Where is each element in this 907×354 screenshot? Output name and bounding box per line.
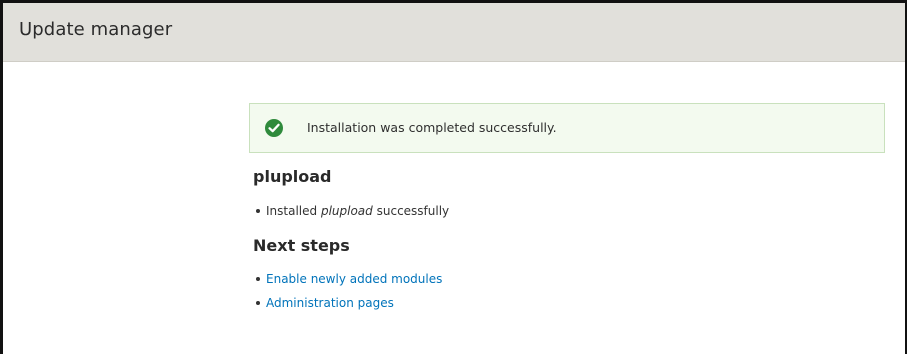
next-steps-list: Enable newly added modules Administratio… <box>254 267 442 315</box>
installation-results: Installed plupload successfully <box>254 199 449 223</box>
installation-result-suffix: successfully <box>376 204 450 218</box>
page-title: Update manager <box>19 19 173 40</box>
update-manager-window: Update manager Installation was complete… <box>0 0 907 354</box>
next-step-item: Enable newly added modules <box>254 267 442 291</box>
page-header: Update manager <box>3 3 905 62</box>
main-content: Installation was completed successfully.… <box>249 103 885 310</box>
success-message: Installation was completed successfully. <box>249 103 885 153</box>
next-steps-title: Next steps <box>253 236 350 255</box>
project-title: plupload <box>253 167 332 186</box>
success-message-text: Installation was completed successfully. <box>307 120 557 135</box>
installed-project-name: plupload <box>320 204 373 218</box>
installation-result-prefix: Installed <box>266 204 318 218</box>
next-step-item: Administration pages <box>254 291 442 315</box>
check-circle-icon <box>265 119 283 137</box>
administration-pages-link[interactable]: Administration pages <box>266 296 394 310</box>
enable-newly-added-modules-link[interactable]: Enable newly added modules <box>266 272 442 286</box>
installation-result-item: Installed plupload successfully <box>254 199 449 223</box>
